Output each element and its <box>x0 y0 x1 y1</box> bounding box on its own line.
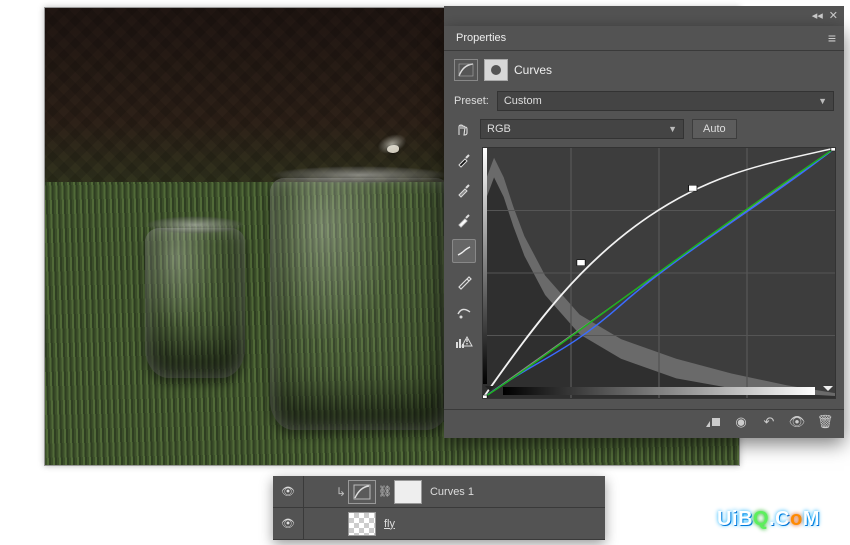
black-point-handle[interactable] <box>485 386 495 396</box>
histogram-warning-icon[interactable] <box>453 331 475 353</box>
clip-indicator-icon: ↳ <box>334 485 348 499</box>
properties-panel: Properties ≡ Curves Preset: Custom ▼ RGB… <box>444 26 844 438</box>
link-icon[interactable]: ⛓ <box>376 485 394 498</box>
channel-value: RGB <box>487 123 511 135</box>
adjustment-header: Curves <box>444 51 844 87</box>
input-gradient <box>503 387 815 395</box>
tab-properties[interactable]: Properties <box>444 26 518 50</box>
curves-body <box>444 143 844 409</box>
mask-thumb[interactable] <box>394 480 422 504</box>
close-icon[interactable]: ✕ <box>829 11 838 22</box>
preset-value: Custom <box>504 95 542 107</box>
panel-flyout-menu[interactable]: ≡ <box>820 26 844 50</box>
collapse-icon[interactable]: ◂◂ <box>812 11 823 22</box>
layer-thumb[interactable] <box>348 512 376 536</box>
smooth-icon[interactable] <box>453 301 475 323</box>
fly-insect <box>375 133 411 159</box>
layer-row-curves[interactable]: 👁 ↳ ⛓ Curves 1 <box>273 476 605 508</box>
adjustment-thumb[interactable] <box>348 480 376 504</box>
channel-select[interactable]: RGB ▼ <box>480 119 684 139</box>
panel-dock-bar: ◂◂ ✕ <box>444 6 844 26</box>
mask-icon[interactable] <box>484 59 508 81</box>
clip-to-layer-icon[interactable] <box>704 415 722 429</box>
panel-tabs: Properties ≡ <box>444 26 844 51</box>
panel-footer: ◉ ↶ 👁 🗑 <box>444 409 844 438</box>
watermark: UiBQ.CoM <box>717 508 820 531</box>
channel-row: RGB ▼ Auto <box>444 115 844 143</box>
layers-panel-fragment: 👁 ↳ ⛓ Curves 1 👁 fly <box>273 476 605 540</box>
layer-name[interactable]: Curves 1 <box>422 486 474 498</box>
curves-icon <box>454 59 478 81</box>
output-gradient <box>482 148 487 384</box>
visibility-toggle[interactable]: 👁 <box>273 476 304 507</box>
reset-icon[interactable]: ↶ <box>760 414 778 430</box>
jar-small <box>145 228 245 378</box>
visibility-icon[interactable]: 👁 <box>788 414 806 430</box>
curve-edit-icon[interactable] <box>452 239 476 263</box>
pencil-icon[interactable] <box>453 271 475 293</box>
jar-large <box>270 178 450 430</box>
curves-graph[interactable] <box>482 147 836 399</box>
auto-button[interactable]: Auto <box>692 119 737 139</box>
layer-name[interactable]: fly <box>376 518 395 530</box>
eyedropper-black-icon[interactable] <box>453 149 475 171</box>
targeted-adjustment-icon[interactable] <box>454 120 472 138</box>
chevron-down-icon: ▼ <box>668 124 677 134</box>
eyedropper-white-icon[interactable] <box>453 209 475 231</box>
adjustment-title: Curves <box>514 63 552 77</box>
input-slider[interactable] <box>483 384 835 398</box>
layer-row-fly[interactable]: 👁 fly <box>273 508 605 540</box>
view-previous-icon[interactable]: ◉ <box>732 414 750 430</box>
delete-icon[interactable]: 🗑 <box>816 414 834 430</box>
preset-row: Preset: Custom ▼ <box>444 87 844 115</box>
white-point-handle[interactable] <box>823 386 833 396</box>
preset-label: Preset: <box>454 95 489 107</box>
eyedropper-gray-icon[interactable] <box>453 179 475 201</box>
curves-toolstrip <box>452 147 476 399</box>
chevron-down-icon: ▼ <box>818 96 827 106</box>
preset-select[interactable]: Custom ▼ <box>497 91 834 111</box>
visibility-toggle[interactable]: 👁 <box>273 508 304 539</box>
